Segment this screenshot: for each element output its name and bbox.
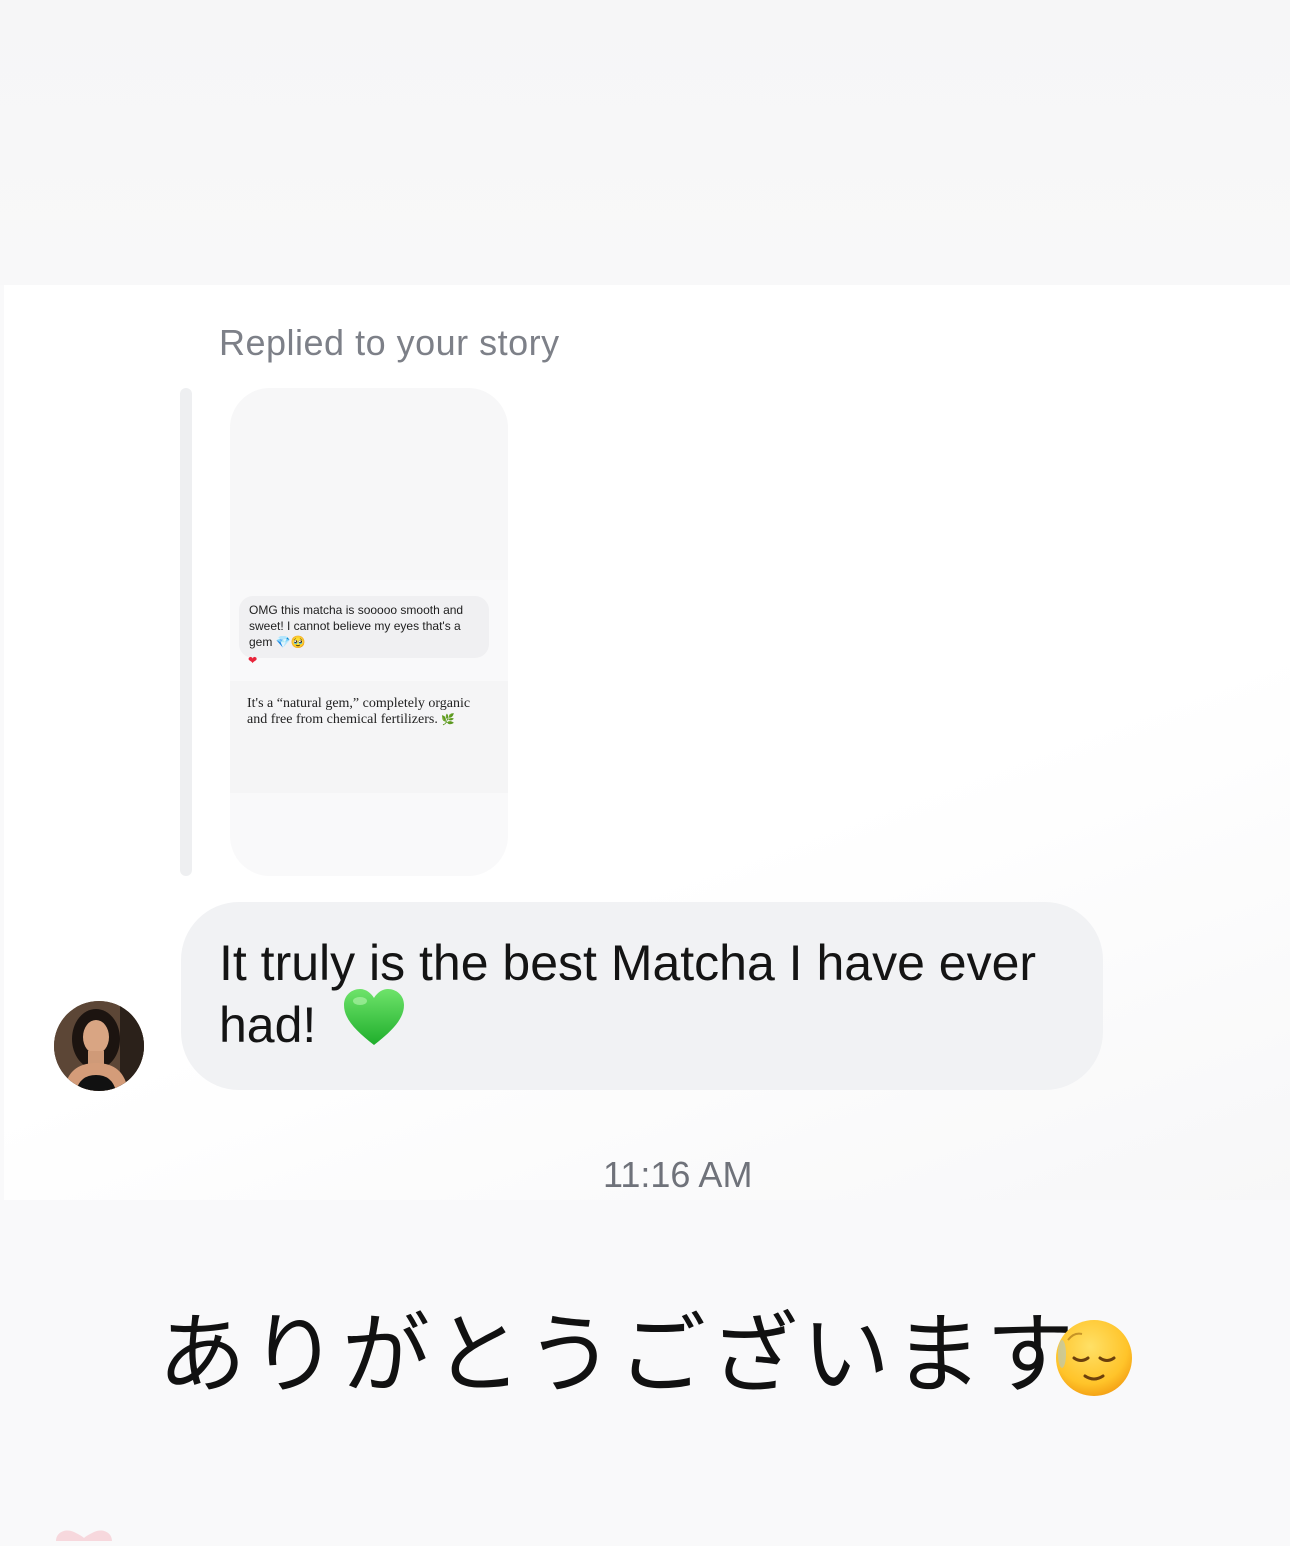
avatar-portrait-icon [54, 1001, 144, 1091]
reply-indicator-bar [180, 388, 192, 876]
story-image-area [230, 388, 508, 580]
message-bubble[interactable]: It truly is the best Matcha I have ever … [181, 902, 1103, 1090]
story-quote-text: It's a “natural gem,” completely organic… [247, 696, 487, 728]
replied-story-caption: Replied to your story [219, 322, 560, 363]
reaction-heart-icon [52, 1528, 116, 1546]
leaf-icon: 🌿 [441, 714, 456, 726]
relieved-face-icon [1054, 1318, 1134, 1403]
top-background [0, 0, 1290, 285]
story-quote-content: It's a “natural gem,” completely organic… [247, 696, 471, 727]
message-timestamp: 11:16 AM [603, 1154, 753, 1195]
message-text-container: It truly is the best Matcha I have ever … [219, 932, 1079, 1061]
avatar[interactable] [54, 1001, 144, 1091]
story-preview-card[interactable]: OMG this matcha is sooooo smooth and swe… [230, 388, 508, 876]
green-heart-icon [342, 987, 406, 1061]
story-comment-bubble: OMG this matcha is sooooo smooth and swe… [239, 596, 489, 658]
story-heart-icon: ❤ [248, 655, 258, 667]
overlay-japanese-caption: ありがとうございます [158, 1303, 1079, 1406]
